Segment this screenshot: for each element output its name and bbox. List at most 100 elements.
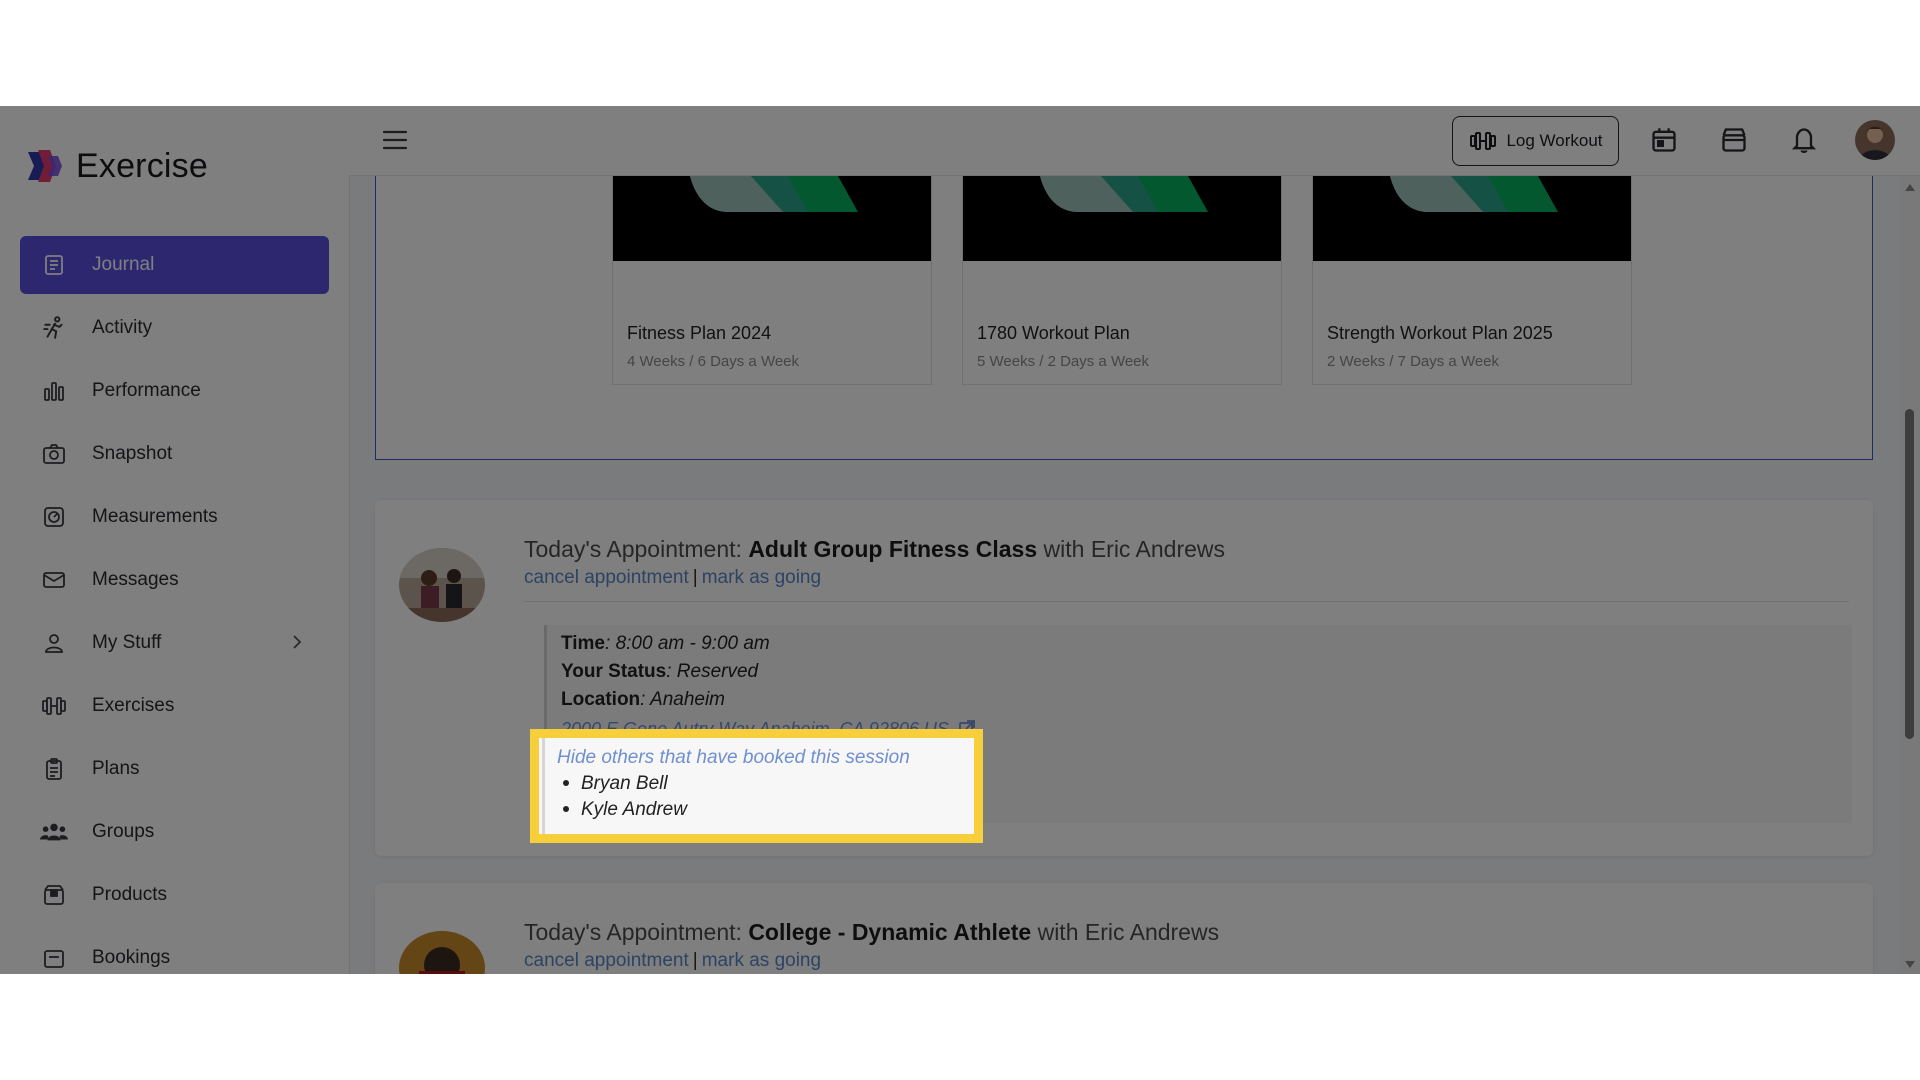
journal-icon (40, 251, 68, 279)
plan-thumbnail (1313, 176, 1631, 261)
app-logo[interactable]: Exercise (24, 146, 208, 186)
cancel-appointment-link[interactable]: cancel appointment (524, 567, 689, 588)
log-workout-label: Log Workout (1506, 131, 1603, 150)
sidebar-item-label: Exercises (92, 695, 175, 716)
chevron-right-icon[interactable] (291, 633, 303, 656)
sidebar-item-label: Journal (92, 254, 155, 275)
sidebar-item-activity[interactable]: Activity (20, 299, 329, 357)
sidebar-item-exercises[interactable]: Exercises (20, 677, 329, 735)
plan-card[interactable]: 1780 Workout Plan 5 Weeks / 2 Days a Wee… (962, 176, 1282, 385)
plan-name: Fitness Plan 2024 (627, 323, 772, 343)
time-row: Time: 8:00 am - 9:00 am (561, 633, 770, 655)
sidebar-item-measurements[interactable]: Measurements (20, 488, 329, 546)
location-row: Location: Anaheim (561, 689, 725, 711)
app-name: Exercise (76, 146, 208, 185)
sidebar-item-groups[interactable]: Groups (20, 803, 329, 861)
cancel-appointment-link[interactable]: cancel appointment (524, 950, 689, 971)
store-icon[interactable] (1720, 126, 1748, 154)
sidebar-item-my-stuff[interactable]: My Stuff (20, 614, 329, 672)
sidebar-item-plans[interactable]: Plans (20, 740, 329, 798)
hide-others-link[interactable]: Hide others that have booked this sessio… (557, 747, 910, 769)
log-workout-button[interactable]: Log Workout (1452, 116, 1619, 166)
sidebar-item-label: Activity (92, 317, 153, 338)
sidebar-item-label: My Stuff (92, 632, 162, 653)
sidebar-item-products[interactable]: Products (20, 866, 329, 924)
attendee-name: Bryan Bell (581, 773, 668, 794)
plan-card[interactable]: Strength Workout Plan 2025 2 Weeks / 7 D… (1312, 176, 1632, 385)
calendar-icon[interactable] (1650, 126, 1678, 154)
attendee-name: Kyle Andrew (581, 799, 687, 820)
plan-subtitle: 2 Weeks / 7 Days a Week (1327, 353, 1500, 370)
location-label: Location (561, 689, 641, 710)
bullet (563, 780, 569, 786)
sidebar-item-bookings[interactable]: Bookings (20, 929, 329, 974)
plan-name: 1780 Workout Plan (977, 323, 1130, 343)
scrollbar-thumb[interactable] (1905, 409, 1914, 739)
scroll-up-arrow-icon[interactable] (1905, 184, 1915, 191)
appointment-instructor: with Eric Andrews (1031, 919, 1220, 945)
sidebar: Exercise Journal Activity Performance Sn (0, 106, 350, 974)
separator: | (692, 567, 698, 588)
top-header: Log Workout (349, 106, 1920, 176)
plan-brand-graphic (689, 176, 858, 212)
separator: | (692, 950, 698, 971)
scroll-down-arrow-icon[interactable] (1905, 961, 1915, 968)
appointment-prefix: Today's Appointment: (524, 919, 749, 945)
plan-brand-graphic (1389, 176, 1558, 212)
appointment-avatar (399, 548, 485, 622)
mark-as-going-link[interactable]: mark as going (702, 950, 821, 971)
sidebar-item-label: Groups (92, 821, 155, 842)
sidebar-item-label: Measurements (92, 506, 218, 527)
bell-icon[interactable] (1790, 126, 1818, 154)
avatar[interactable] (1855, 120, 1895, 160)
plan-brand-graphic (1039, 176, 1208, 212)
sidebar-item-journal[interactable]: Journal (20, 236, 329, 294)
plan-name: Strength Workout Plan 2025 (1327, 323, 1553, 343)
group-icon (40, 818, 68, 846)
plan-card[interactable]: Fitness Plan 2024 4 Weeks / 6 Days a Wee… (612, 176, 932, 385)
appointment-actions: cancel appointment | mark as going (524, 950, 821, 972)
attendee-item: Kyle Andrew (557, 799, 687, 821)
envelope-icon (40, 566, 68, 594)
attendee-item: Bryan Bell (557, 773, 668, 795)
sidebar-item-performance[interactable]: Performance (20, 362, 329, 420)
quote-bar (542, 738, 545, 834)
plans-section: Fitness Plan 2024 4 Weeks / 6 Days a Wee… (375, 176, 1873, 460)
status-label: Your Status (561, 661, 667, 682)
clipboard-icon (40, 755, 68, 783)
time-value: : 8:00 am - 9:00 am (605, 633, 770, 654)
highlighted-attendees-panel: Hide others that have booked this sessio… (539, 738, 974, 834)
sidebar-item-label: Products (92, 884, 167, 905)
bar-chart-icon (40, 377, 68, 405)
camera-icon (40, 440, 68, 468)
mark-as-going-link[interactable]: mark as going (702, 567, 821, 588)
vertical-scrollbar[interactable] (1900, 176, 1920, 974)
sidebar-item-snapshot[interactable]: Snapshot (20, 425, 329, 483)
exercise-logo-icon (28, 150, 62, 182)
sidebar-item-messages[interactable]: Messages (20, 551, 329, 609)
divider (524, 601, 1849, 602)
sidebar-item-label: Bookings (92, 947, 171, 968)
appointment-card: Today's Appointment: College - Dynamic A… (375, 883, 1873, 974)
sidebar-item-label: Messages (92, 569, 179, 590)
appointment-class-name: College - Dynamic Athlete (748, 919, 1032, 945)
measurement-icon (40, 503, 68, 531)
sidebar-item-label: Snapshot (92, 443, 173, 464)
plan-thumbnail (613, 176, 931, 261)
bullet (563, 806, 569, 812)
booking-icon (40, 944, 68, 972)
time-label: Time (561, 633, 606, 654)
sidebar-item-label: Plans (92, 758, 140, 779)
status-row: Your Status: Reserved (561, 661, 758, 683)
appointment-prefix: Today's Appointment: (524, 536, 749, 562)
appointment-instructor: with Eric Andrews (1037, 536, 1226, 562)
menu-icon[interactable] (382, 128, 408, 152)
sidebar-item-label: Performance (92, 380, 201, 401)
plan-subtitle: 5 Weeks / 2 Days a Week (977, 353, 1150, 370)
dumbbell-icon (1470, 132, 1497, 150)
status-value: : Reserved (666, 661, 759, 682)
highlight-box: Hide others that have booked this sessio… (530, 729, 983, 843)
user-icon (40, 629, 68, 657)
product-box-icon (40, 881, 68, 909)
plan-subtitle: 4 Weeks / 6 Days a Week (627, 353, 800, 370)
